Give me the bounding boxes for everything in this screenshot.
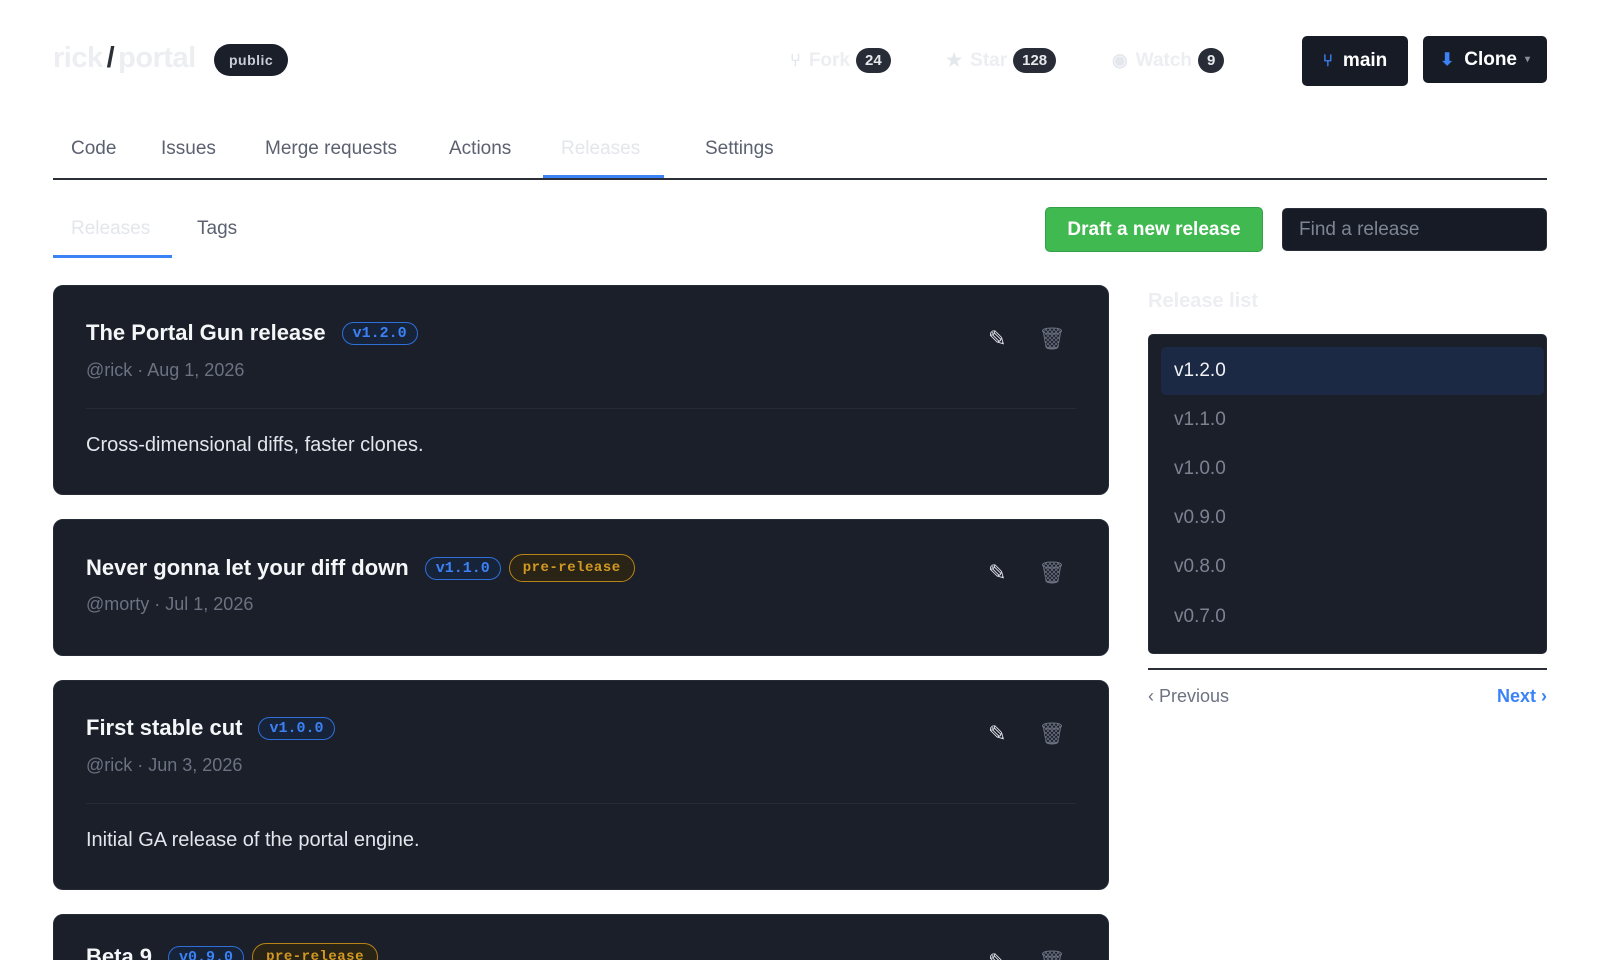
repo-header: rick / portal public ⑂ Fork 24 ★ Star 128 …	[53, 36, 1547, 86]
release-title-text[interactable]: Never gonna let your diff down	[86, 555, 409, 581]
star-label: Star	[970, 49, 1008, 71]
release-title: Never gonna let your diff down v1.1.0 pr…	[86, 554, 635, 582]
release-list-item[interactable]: v1.2.0	[1161, 347, 1544, 395]
release-list-item[interactable]: v1.1.0	[1161, 396, 1544, 444]
branch-button[interactable]: ⑂ main	[1302, 36, 1408, 86]
repo-title: rick / portal	[53, 42, 196, 75]
tab-issues[interactable]: Issues	[143, 138, 234, 178]
tag-badge[interactable]: v0.9.0	[168, 945, 245, 960]
tag-badge[interactable]: v1.2.0	[341, 321, 418, 345]
tab-code[interactable]: Code	[53, 138, 134, 178]
trash-icon[interactable]: 🗑	[1038, 560, 1066, 586]
release-title: First stable cut v1.0.0	[86, 715, 335, 741]
find-release-input[interactable]	[1282, 208, 1547, 251]
eye-icon: ◉	[1112, 50, 1128, 70]
star-icon: ★	[946, 50, 963, 70]
repo-name-link[interactable]: portal	[118, 42, 196, 74]
tag-badge[interactable]: v1.0.0	[258, 716, 335, 740]
visibility-badge: public	[214, 44, 289, 76]
edit-icon[interactable]: ✎	[988, 326, 1006, 352]
release-title-text[interactable]: The Portal Gun release	[86, 320, 326, 346]
tab-actions[interactable]: Actions	[431, 138, 529, 178]
release-title-text[interactable]: First stable cut	[86, 715, 242, 741]
edit-icon[interactable]: ✎	[988, 560, 1006, 586]
trash-icon[interactable]: 🗑	[1038, 949, 1066, 960]
release-card: Beta 9 v0.9.0 pre-release ✎ 🗑	[53, 914, 1109, 960]
release-meta: @rick · Jun 3, 2026	[86, 755, 243, 775]
star-button[interactable]: ★ Star 128	[946, 48, 1057, 73]
clone-button[interactable]: ⬇ Clone ▾	[1423, 36, 1547, 83]
release-card: The Portal Gun release v1.2.0 @rick · Au…	[53, 285, 1109, 495]
star-count: 128	[1013, 48, 1057, 73]
edit-icon[interactable]: ✎	[988, 721, 1006, 747]
tag-badge[interactable]: v1.1.0	[424, 556, 501, 580]
release-list-item[interactable]: v0.8.0	[1161, 543, 1544, 591]
prerelease-badge: pre-release	[252, 943, 378, 960]
release-list-title: Release list	[1148, 290, 1259, 312]
clone-label: Clone	[1464, 48, 1517, 70]
subtab-tags[interactable]: Tags	[179, 218, 255, 258]
fork-button[interactable]: ⑂ Fork 24	[790, 48, 891, 73]
trash-icon[interactable]: 🗑	[1038, 326, 1066, 352]
release-notes: Cross-dimensional diffs, faster clones.	[86, 434, 424, 456]
watch-count: 9	[1198, 48, 1225, 73]
subtab-releases[interactable]: Releases	[53, 218, 172, 258]
watch-label: Watch	[1135, 49, 1193, 71]
release-list-item[interactable]: v0.9.0	[1161, 494, 1544, 542]
release-title: The Portal Gun release v1.2.0	[86, 320, 418, 346]
release-notes: Initial GA release of the portal engine.	[86, 829, 420, 851]
fork-icon: ⑂	[790, 50, 801, 70]
prerelease-badge: pre-release	[508, 554, 635, 582]
release-card: Never gonna let your diff down v1.1.0 pr…	[53, 519, 1109, 656]
caret-down-icon: ▾	[1525, 54, 1531, 65]
draft-release-button[interactable]: Draft a new release	[1045, 207, 1263, 252]
trash-icon[interactable]: 🗑	[1038, 721, 1066, 747]
release-title: Beta 9 v0.9.0 pre-release	[86, 943, 378, 960]
tab-settings[interactable]: Settings	[687, 138, 792, 178]
tab-merge-requests[interactable]: Merge requests	[247, 138, 415, 178]
previous-page-link[interactable]: ‹ Previous	[1148, 686, 1229, 707]
branch-icon: ⑂	[1322, 51, 1333, 70]
release-list-item[interactable]: v1.0.0	[1161, 445, 1544, 493]
repo-nav-tabs: Code Issues Merge requests Actions Relea…	[53, 124, 1547, 180]
release-list: v1.2.0 v1.1.0 v1.0.0 v0.9.0 v0.8.0 v0.7.…	[1148, 334, 1547, 654]
release-card: First stable cut v1.0.0 @rick · Jun 3, 2…	[53, 680, 1109, 890]
card-divider	[86, 408, 1076, 409]
release-meta: @morty · Jul 1, 2026	[86, 594, 254, 614]
next-page-link[interactable]: Next ›	[1497, 686, 1547, 707]
fork-label: Fork	[808, 49, 850, 71]
repo-owner-link[interactable]: rick	[53, 42, 103, 74]
card-divider	[86, 803, 1076, 804]
release-meta: @rick · Aug 1, 2026	[86, 360, 245, 380]
watch-button[interactable]: ◉ Watch 9	[1112, 48, 1225, 73]
release-title-text[interactable]: Beta 9	[86, 944, 152, 960]
tab-releases[interactable]: Releases	[543, 138, 664, 178]
fork-count: 24	[856, 48, 891, 73]
sidebar-divider	[1148, 668, 1547, 670]
release-list-item[interactable]: v0.7.0	[1161, 593, 1544, 641]
releases-page: rick / portal public ⑂ Fork 24 ★ Star 128 …	[0, 0, 1600, 960]
branch-label: main	[1342, 50, 1388, 71]
repo-separator: /	[106, 42, 115, 74]
download-icon: ⬇	[1439, 49, 1455, 69]
edit-icon[interactable]: ✎	[988, 949, 1006, 960]
